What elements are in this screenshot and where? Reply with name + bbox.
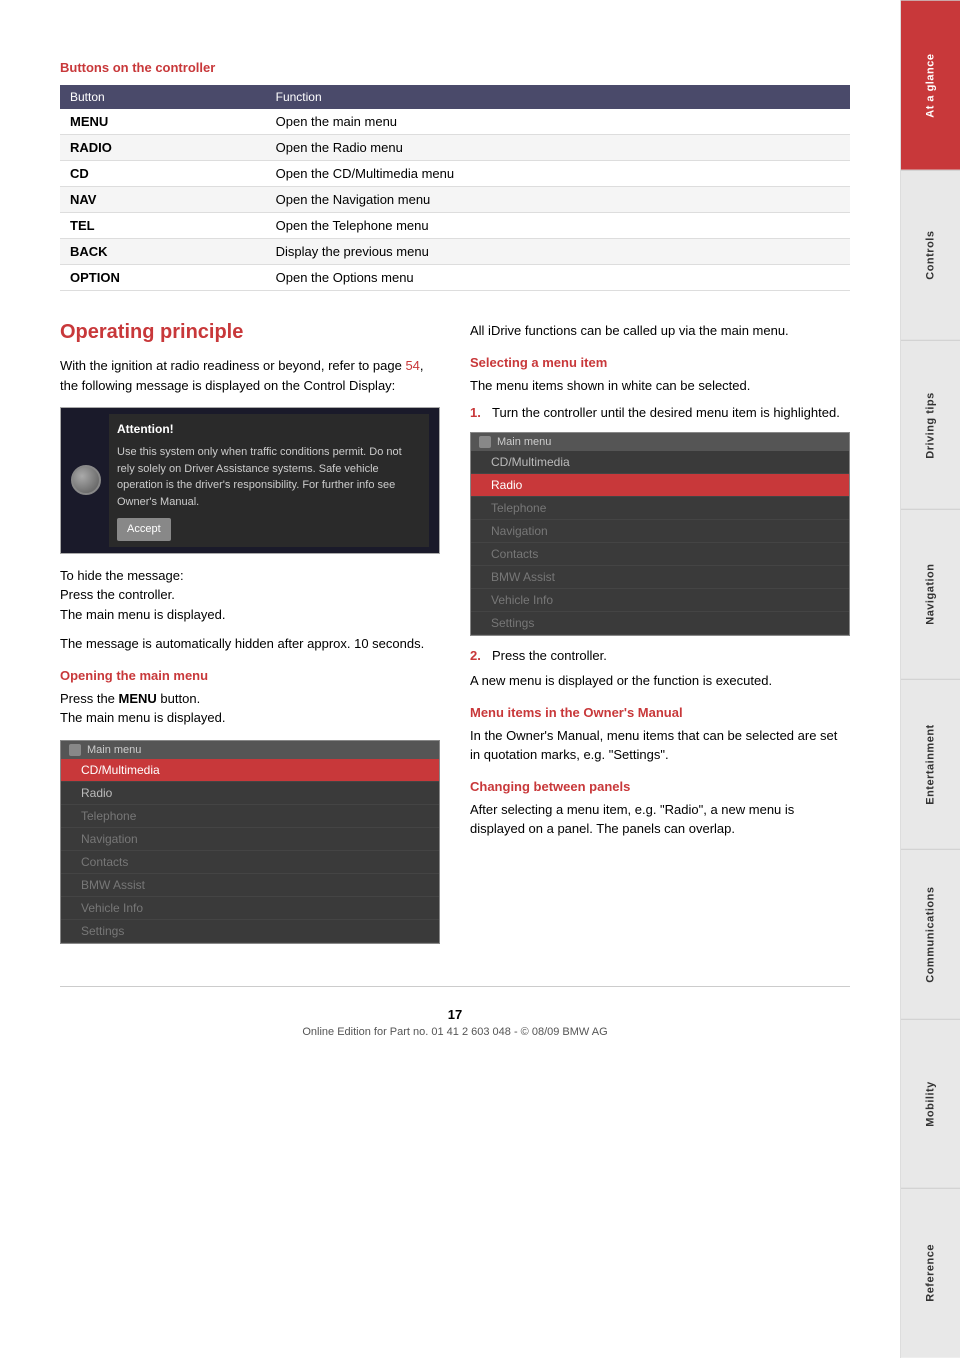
function-cell: Open the main menu [266, 109, 850, 135]
menu-item-left: Contacts [61, 851, 439, 874]
button-name-cell: MENU [60, 109, 266, 135]
menu-item-right: Telephone [471, 497, 849, 520]
step-1: 1. Turn the controller until the desired… [470, 405, 850, 420]
button-name-cell: OPTION [60, 265, 266, 291]
function-cell: Open the Navigation menu [266, 187, 850, 213]
sidebar-tab-at-a-glance[interactable]: At a glance [901, 0, 960, 170]
page-wrapper: Buttons on the controller Button Functio… [0, 0, 960, 1358]
page-footer: 17 Online Edition for Part no. 01 41 2 6… [60, 986, 850, 1048]
sidebar-tab-reference[interactable]: Reference [901, 1188, 960, 1358]
main-content: Buttons on the controller Button Functio… [0, 0, 900, 1358]
table-row: NAVOpen the Navigation menu [60, 187, 850, 213]
buttons-table: Button Function MENUOpen the main menuRA… [60, 85, 850, 291]
button-name-cell: TEL [60, 213, 266, 239]
step-2: 2. Press the controller. [470, 648, 850, 663]
function-cell: Display the previous menu [266, 239, 850, 265]
right-sidebar: At a glanceControlsDriving tipsNavigatio… [900, 0, 960, 1358]
menu-header-1: Main menu [61, 741, 439, 759]
owners-manual-heading: Menu items in the Owner's Manual [470, 705, 850, 720]
table-row: MENUOpen the main menu [60, 109, 850, 135]
menu-item-left: Vehicle Info [61, 897, 439, 920]
table-row: RADIOOpen the Radio menu [60, 135, 850, 161]
menu-item-right: Contacts [471, 543, 849, 566]
main-menu-screenshot-2: Main menu CD/MultimediaRadioTelephoneNav… [470, 432, 850, 636]
intro-text-1: With the ignition at radio readiness or … [60, 358, 405, 373]
sidebar-tab-navigation[interactable]: Navigation [901, 509, 960, 679]
menu-item-right: Navigation [471, 520, 849, 543]
menu-item-right: BMW Assist [471, 566, 849, 589]
selecting-text: The menu items shown in white can be sel… [470, 376, 850, 396]
buttons-section: Buttons on the controller Button Functio… [60, 60, 850, 291]
menu-item-right: Vehicle Info [471, 589, 849, 612]
accept-button[interactable]: Accept [117, 518, 171, 541]
table-header-button: Button [60, 85, 266, 109]
attention-text: Use this system only when traffic condit… [117, 444, 421, 510]
two-col-layout: Operating principle With the ignition at… [60, 321, 850, 956]
step-1-number: 1. [470, 405, 486, 420]
step-2-result: A new menu is displayed or the function … [470, 671, 850, 691]
menu-item-right: CD/Multimedia [471, 451, 849, 474]
changing-panels-heading: Changing between panels [470, 779, 850, 794]
button-name-cell: CD [60, 161, 266, 187]
operating-principle-title: Operating principle [60, 321, 440, 344]
menu-item-right: Radio [471, 474, 849, 497]
button-name-cell: NAV [60, 187, 266, 213]
function-cell: Open the CD/Multimedia menu [266, 161, 850, 187]
sidebar-tab-controls[interactable]: Controls [901, 170, 960, 340]
all-idrive-text: All iDrive functions can be called up vi… [470, 321, 850, 341]
auto-hide-text: The message is automatically hidden afte… [60, 634, 440, 654]
page-number: 17 [60, 1007, 850, 1022]
intro-link[interactable]: 54 [405, 358, 419, 373]
menu-bold: MENU [119, 691, 157, 706]
sidebar-tab-communications[interactable]: Communications [901, 849, 960, 1019]
owners-manual-text: In the Owner's Manual, menu items that c… [470, 726, 850, 765]
menu-icon [69, 744, 81, 756]
copyright-text: Online Edition for Part no. 01 41 2 603 … [60, 1026, 850, 1038]
main-menu-label-2: Main menu [497, 436, 551, 448]
left-column: Operating principle With the ignition at… [60, 321, 440, 956]
attention-box: Attention! Use this system only when tra… [109, 414, 429, 547]
step-1-text: Turn the controller until the desired me… [492, 405, 840, 420]
step-2-text: Press the controller. [492, 648, 607, 663]
menu-item-left: BMW Assist [61, 874, 439, 897]
menu-item-left: CD/Multimedia [61, 759, 439, 782]
attention-screenshot: Attention! Use this system only when tra… [60, 407, 440, 554]
menu-items-left: CD/MultimediaRadioTelephoneNavigationCon… [61, 759, 439, 943]
sidebar-tab-driving-tips[interactable]: Driving tips [901, 340, 960, 510]
table-row: BACKDisplay the previous menu [60, 239, 850, 265]
menu-items-right: CD/MultimediaRadioTelephoneNavigationCon… [471, 451, 849, 635]
changing-panels-text: After selecting a menu item, e.g. "Radio… [470, 800, 850, 839]
menu-header-2: Main menu [471, 433, 849, 451]
step-2-number: 2. [470, 648, 486, 663]
sidebar-tab-entertainment[interactable]: Entertainment [901, 679, 960, 849]
main-menu-screenshot-1: Main menu CD/MultimediaRadioTelephoneNav… [60, 740, 440, 944]
hide-message-text: To hide the message: Press the controlle… [60, 566, 440, 625]
opening-main-menu-text: Press the MENU button.The main menu is d… [60, 689, 440, 728]
sidebar-tab-mobility[interactable]: Mobility [901, 1019, 960, 1189]
menu-item-right: Settings [471, 612, 849, 635]
press-text: Press the [60, 691, 119, 706]
right-column: All iDrive functions can be called up vi… [470, 321, 850, 956]
intro-paragraph: With the ignition at radio readiness or … [60, 356, 440, 395]
function-cell: Open the Radio menu [266, 135, 850, 161]
main-menu-label: Main menu [87, 744, 141, 756]
selecting-menu-item-heading: Selecting a menu item [470, 355, 850, 370]
table-header-function: Function [266, 85, 850, 109]
function-cell: Open the Telephone menu [266, 213, 850, 239]
table-row: OPTIONOpen the Options menu [60, 265, 850, 291]
menu-item-left: Navigation [61, 828, 439, 851]
button-name-cell: RADIO [60, 135, 266, 161]
table-row: TELOpen the Telephone menu [60, 213, 850, 239]
menu-item-left: Settings [61, 920, 439, 943]
button-name-cell: BACK [60, 239, 266, 265]
opening-main-menu-heading: Opening the main menu [60, 668, 440, 683]
menu-item-left: Radio [61, 782, 439, 805]
menu-icon-2 [479, 436, 491, 448]
table-row: CDOpen the CD/Multimedia menu [60, 161, 850, 187]
menu-item-left: Telephone [61, 805, 439, 828]
buttons-section-title: Buttons on the controller [60, 60, 850, 75]
attention-title: Attention! [117, 420, 421, 438]
function-cell: Open the Options menu [266, 265, 850, 291]
